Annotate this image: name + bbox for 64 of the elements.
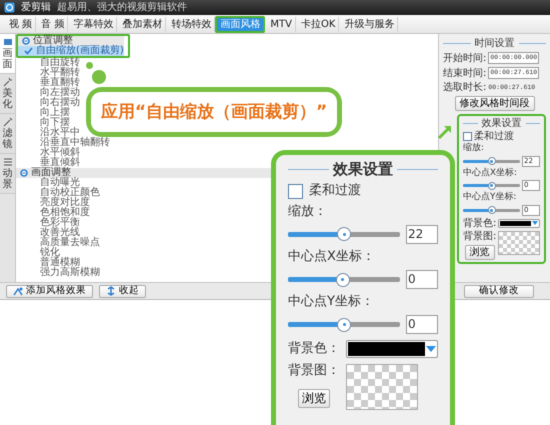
slider-label: 中心点X坐标： [288, 250, 376, 264]
field-label: 背景图： [288, 364, 340, 379]
list-item[interactable]: 自由旋转 [16, 58, 80, 68]
menu-tab[interactable]: 卡拉OK [296, 16, 340, 32]
list-item[interactable]: 改善光线 [16, 228, 80, 238]
slider-label: 缩放： [288, 204, 328, 219]
callout-text: 应用“自由缩放（画面裁剪）” [91, 92, 337, 132]
list-item[interactable]: 自动曝光 [16, 178, 80, 188]
list-item[interactable]: 高质量去噪点 [16, 238, 100, 248]
toolbar-button[interactable]: 添加风格效果 [6, 284, 93, 298]
browse-button[interactable]: 浏览 [298, 388, 330, 408]
menu-tab[interactable]: 升级与服务 [339, 16, 398, 32]
confirm-button[interactable]: 确认修改 [464, 284, 534, 298]
field-label: 背景色: [463, 218, 496, 229]
list-item[interactable]: 锐化 [16, 248, 60, 258]
value-field[interactable]: 22 [406, 224, 438, 244]
list-item[interactable]: 垂直倾斜 [16, 158, 80, 168]
checkbox-label: 柔和过渡 [309, 184, 361, 198]
list-item[interactable]: 向上摆 [16, 108, 70, 118]
menu-tab[interactable]: MTV [265, 16, 296, 32]
side-tab[interactable]: 画面 [0, 34, 15, 74]
menu-tab[interactable]: 叠加素材 [117, 16, 166, 32]
list-item[interactable]: 色相饱和度 [16, 208, 90, 218]
list-item[interactable]: 水平倾斜 [16, 148, 80, 158]
list-item[interactable]: 沿垂直中轴翻转 [16, 138, 110, 148]
list-item[interactable]: 强力高斯模糊 [16, 268, 100, 278]
group-label: 画面调整 [31, 168, 71, 178]
field-label: 开始时间: [443, 52, 486, 64]
section-title: 时间设置 [474, 38, 514, 49]
toolbar-button[interactable]: 收起 [99, 284, 146, 298]
edit-time-button[interactable]: 修改风格时间段 [454, 96, 534, 111]
field-label: 结束时间: [443, 68, 486, 78]
list-item[interactable]: 向左摆动 [16, 88, 80, 98]
list-item[interactable]: 普通模糊 [16, 258, 80, 268]
list-item[interactable]: 亮度对比度 [16, 198, 90, 208]
checkbox-label: 柔和过渡 [474, 131, 514, 142]
side-tab[interactable]: 动景 [0, 154, 15, 194]
menu-tab[interactable]: 字幕特效 [68, 16, 118, 32]
list-item[interactable]: 色彩平衡 [16, 218, 80, 228]
list-item[interactable]: 沿水平中 [16, 128, 80, 138]
menu-tab[interactable]: 视 频 [4, 16, 36, 32]
field-label: 背景图: [463, 230, 496, 242]
slider-label: 中心点X坐标: [463, 168, 518, 178]
slider-label: 中心点Y坐标： [288, 295, 375, 310]
app-tagline: 超易用、强大的视频剪辑软件 [57, 2, 187, 13]
list-item[interactable]: 自动校正颜色 [16, 188, 100, 198]
group-label: 位置调整 [33, 36, 73, 46]
field-label: 选取时长: [443, 82, 486, 93]
side-tab[interactable]: 滤镜 [0, 114, 15, 154]
group-header[interactable]: 位置调整 [18, 36, 124, 46]
list-item[interactable]: 水平翻转 [16, 68, 80, 78]
list-item[interactable]: 向下摆 [16, 118, 70, 128]
slider-label: 缩放: [463, 144, 485, 154]
slider-label: 中心点Y坐标: [463, 193, 518, 203]
side-tab[interactable]: 美化 [0, 74, 15, 114]
list-item[interactable]: 向右摆动 [16, 98, 80, 108]
section-title: 效果设置 [482, 118, 522, 129]
browse-button[interactable]: 浏览 [464, 244, 495, 260]
field-label: 背景色： [288, 342, 340, 357]
menu-tab[interactable]: 音 频 [36, 16, 68, 32]
list-item[interactable]: 垂直翻转 [16, 78, 80, 88]
app-name: 爱剪辑 [21, 2, 51, 13]
value-field[interactable]: 0 [406, 315, 438, 334]
value-field[interactable]: 0 [406, 270, 438, 290]
